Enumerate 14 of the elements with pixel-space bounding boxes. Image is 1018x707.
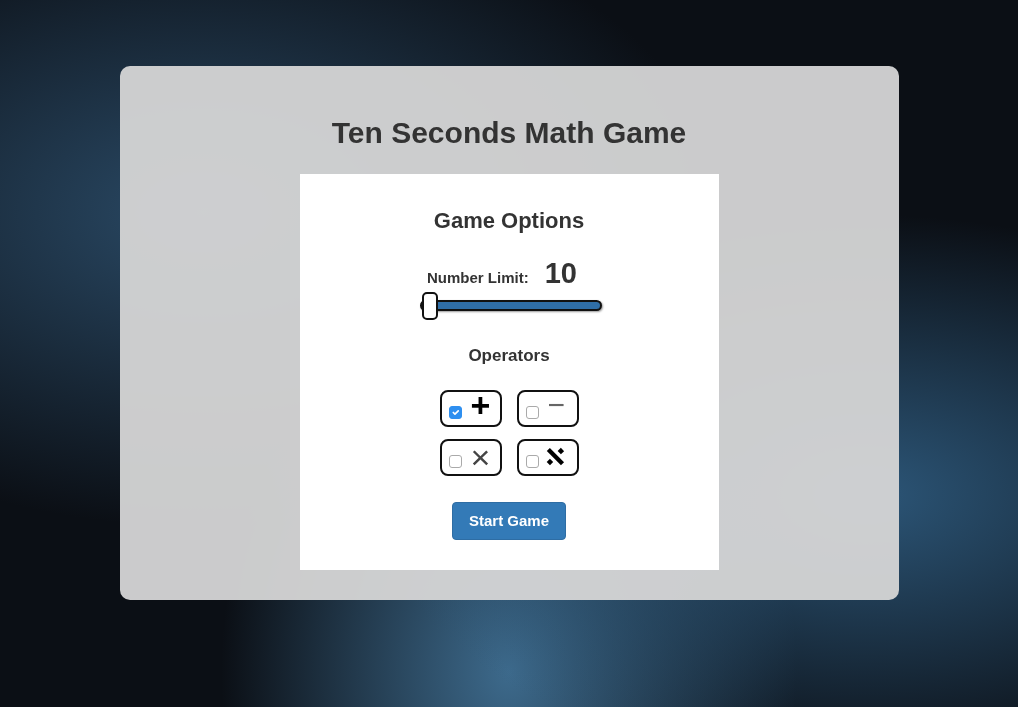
- operator-toggle[interactable]: ÷: [516, 438, 579, 476]
- operators-heading: Operators: [467, 345, 551, 366]
- start-game-button[interactable]: Start Game: [451, 501, 566, 540]
- checkbox[interactable]: [448, 405, 462, 419]
- operator-toggle[interactable]: ×: [439, 438, 502, 476]
- number-limit-label: Number Limit:: [427, 268, 529, 288]
- number-limit-value: 10: [544, 258, 577, 288]
- checkbox[interactable]: [448, 454, 462, 468]
- operator-toggle[interactable]: −: [516, 389, 579, 427]
- options-heading: Game Options: [432, 208, 586, 234]
- page-title: Ten Seconds Math Game: [330, 116, 688, 150]
- checkbox[interactable]: [525, 454, 539, 468]
- operator-toggle[interactable]: +: [439, 389, 502, 427]
- checkbox[interactable]: [525, 405, 539, 419]
